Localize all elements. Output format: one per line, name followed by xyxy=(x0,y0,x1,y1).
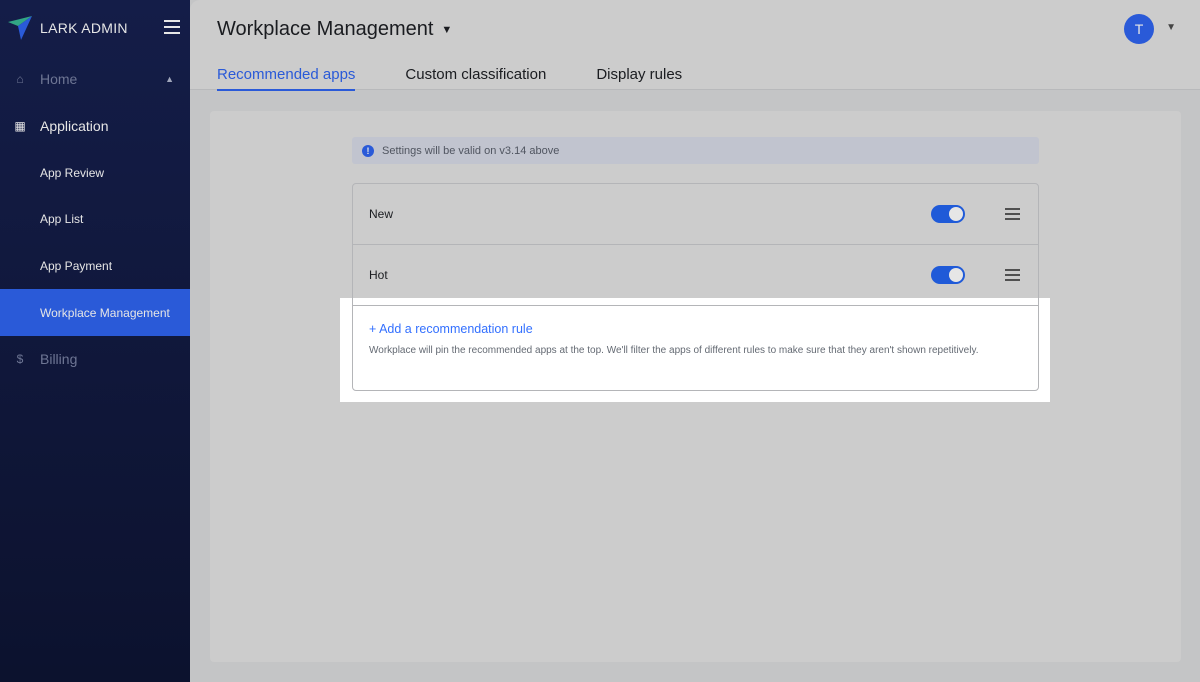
avatar[interactable]: T xyxy=(1124,14,1154,44)
caret-down-icon: ▼ xyxy=(441,23,453,36)
info-icon: ! xyxy=(362,144,374,157)
brand-name: LARK ADMIN xyxy=(40,20,128,36)
enable-toggle[interactable] xyxy=(931,266,965,284)
sidebar-item-billing[interactable]: $ Billing xyxy=(0,336,190,383)
main: Workplace Management ▼ Recommended apps C… xyxy=(190,0,1200,682)
sidebar-item-workplace-management[interactable]: Workplace Management xyxy=(0,289,190,337)
tab-recommended-apps[interactable]: Recommended apps xyxy=(217,66,356,91)
logo: LARK ADMIN xyxy=(0,0,190,56)
rule-list: New Hot + Add a recommendation rule Work… xyxy=(352,183,1039,391)
sidebar-item-application[interactable]: ▦ Application xyxy=(0,103,190,150)
sidebar-item-app-review[interactable]: App Review xyxy=(0,149,190,196)
collapse-menu-icon[interactable] xyxy=(164,20,180,34)
list-item: New xyxy=(353,184,1038,245)
notice-banner: ! Settings will be valid on v3.14 above xyxy=(352,137,1039,164)
chevron-up-icon: ▲ xyxy=(165,74,174,85)
dollar-icon: $ xyxy=(16,352,24,367)
add-recommendation-rule-link[interactable]: + Add a recommendation rule xyxy=(369,322,533,336)
sidebar-item-home[interactable]: ⌂ Home ▲ xyxy=(0,56,190,103)
sidebar-item-app-payment[interactable]: App Payment xyxy=(0,243,190,290)
tab-display-rules[interactable]: Display rules xyxy=(596,66,682,91)
grid-icon: ▦ xyxy=(14,119,26,134)
page-title[interactable]: Workplace Management ▼ xyxy=(217,18,452,41)
content-card: ! Settings will be valid on v3.14 above N… xyxy=(210,111,1181,662)
enable-toggle[interactable] xyxy=(931,205,965,223)
tab-custom-classification[interactable]: Custom classification xyxy=(405,66,546,91)
rule-description: Workplace will pin the recommended apps … xyxy=(369,345,979,356)
list-item: Hot xyxy=(353,245,1038,306)
drag-handle-icon[interactable] xyxy=(1005,266,1020,284)
sidebar-item-app-list[interactable]: App List xyxy=(0,196,190,243)
header: Workplace Management ▼ Recommended apps C… xyxy=(190,0,1200,91)
home-icon: ⌂ xyxy=(16,72,24,87)
lark-logo-icon xyxy=(8,16,32,40)
drag-handle-icon[interactable] xyxy=(1005,205,1020,223)
sidebar: LARK ADMIN ⌂ Home ▲ ▦ Application App Revie… xyxy=(0,0,190,682)
caret-down-icon[interactable]: ▼ xyxy=(1166,22,1176,33)
